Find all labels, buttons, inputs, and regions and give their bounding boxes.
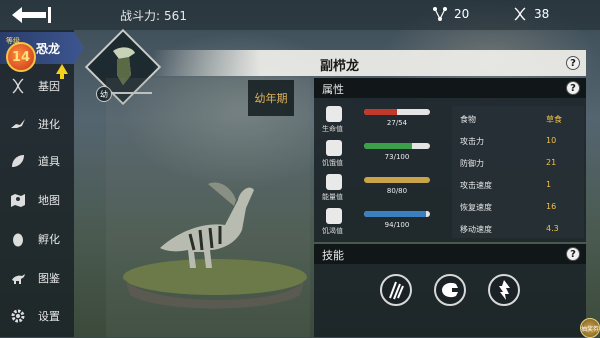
- prop-name: 攻击力: [460, 137, 484, 146]
- stat-hunger: 饥饿值 73/100: [318, 140, 442, 170]
- prop-value: 4.3: [546, 224, 559, 233]
- sidebar-item-label: 基因: [38, 80, 60, 93]
- stat-energy: 能量值 80/80: [318, 174, 442, 204]
- stat-bar: [364, 211, 430, 217]
- level-value: 14: [11, 49, 31, 65]
- properties-table: [452, 106, 584, 238]
- water-drop-icon: [326, 208, 342, 224]
- energy-icon: [326, 174, 342, 190]
- skills-help-button[interactable]: ?: [566, 247, 580, 261]
- help-button[interactable]: ?: [566, 56, 580, 70]
- attributes-header: [314, 78, 586, 98]
- sidebar-item-label: 孵化: [38, 233, 60, 246]
- stat-fill: [364, 177, 430, 183]
- sidebar-item-genes[interactable]: 基因: [0, 71, 74, 101]
- skill-charge[interactable]: [488, 274, 520, 306]
- skill-claw-slash[interactable]: [380, 274, 412, 306]
- dna-nodes-icon: [433, 7, 447, 21]
- stat-value: 27/54: [386, 119, 408, 127]
- stat-fill: [364, 109, 397, 115]
- skills-title: 技能: [322, 249, 344, 262]
- level-badge: 14: [6, 42, 36, 72]
- dino-model: [160, 182, 254, 268]
- stat-health: 生命值 27/54: [318, 106, 442, 136]
- sidebar-item-evolution[interactable]: 进化: [0, 109, 74, 139]
- stat-value: 94/100: [384, 221, 410, 229]
- sidebar-item-codex[interactable]: 图鉴: [0, 263, 74, 293]
- gear-icon: [11, 309, 25, 323]
- stat-name: 能量值: [322, 193, 343, 201]
- help-glyph: ?: [570, 57, 576, 69]
- map-icon: [11, 194, 25, 207]
- dna-count: 20: [454, 7, 470, 21]
- top-bar: [0, 0, 600, 30]
- level-caption: 等级: [6, 37, 20, 45]
- sidebar-item-settings[interactable]: 设置: [0, 301, 74, 331]
- attributes-help-button[interactable]: ?: [566, 81, 580, 95]
- help-glyph: ?: [570, 82, 576, 94]
- stat-bar: [364, 143, 430, 149]
- prop-name: 恢复速度: [460, 203, 492, 212]
- stat-bar: [364, 109, 430, 115]
- sidebar-section-title: 恐龙: [36, 42, 61, 56]
- gene-resource: 38: [512, 6, 549, 22]
- growth-stage-label: 幼年期: [248, 80, 294, 116]
- stat-fill: [364, 211, 427, 217]
- prop-name: 防御力: [460, 159, 484, 168]
- stat-thirst: 饥渴值 94/100: [318, 208, 442, 238]
- prop-name: 攻击速度: [460, 181, 492, 190]
- prop-name: 移动速度: [460, 225, 492, 234]
- sidebar-item-items[interactable]: 道具: [0, 146, 74, 176]
- prop-value: 草食: [546, 115, 562, 124]
- prop-name: 食物: [460, 115, 476, 124]
- gene-icon: [514, 7, 526, 21]
- sidebar-item-map[interactable]: 地图: [0, 185, 74, 215]
- prop-value: 10: [546, 136, 557, 145]
- lottery-label: 抽奖券: [581, 325, 600, 333]
- stat-bar: [364, 177, 430, 183]
- stat-fill: [364, 143, 413, 149]
- stat-name: 饥饿值: [322, 159, 343, 167]
- prop-value: 16: [546, 202, 557, 211]
- evolution-icon: [11, 119, 25, 128]
- skill-roar[interactable]: [434, 274, 466, 306]
- egg-icon: [13, 233, 23, 247]
- sidebar-item-label: 道具: [38, 155, 60, 168]
- dna-resource: 20: [432, 6, 469, 22]
- sidebar-item-label: 设置: [38, 310, 60, 323]
- heart-icon: [326, 106, 342, 122]
- skills-header: [314, 244, 586, 264]
- meat-icon: [326, 140, 342, 156]
- dinosaur-icon: [12, 274, 25, 284]
- claw-slash-icon: [389, 281, 404, 300]
- name-bar: [152, 50, 586, 76]
- combat-power-label: 战斗力:: [120, 9, 161, 23]
- dna-icon: [12, 78, 24, 94]
- combat-power-value: 561: [164, 9, 187, 23]
- roar-icon: [442, 282, 458, 298]
- sidebar-item-label: 进化: [38, 118, 60, 131]
- stat-value: 80/80: [386, 187, 408, 195]
- stat-value: 73/100: [384, 153, 410, 161]
- prop-value: 1: [546, 180, 552, 189]
- stat-name: 生命值: [322, 125, 343, 133]
- sidebar-item-label: 地图: [38, 194, 60, 207]
- prop-value: 21: [546, 158, 557, 167]
- back-arrow-icon: [12, 7, 51, 23]
- lottery-button[interactable]: 抽奖券: [580, 318, 600, 338]
- gene-count: 38: [534, 7, 550, 21]
- sidebar-item-label: 图鉴: [38, 272, 60, 285]
- leaf-icon: [12, 155, 24, 167]
- stat-name: 饥渴值: [322, 227, 343, 235]
- back-button[interactable]: [6, 3, 56, 27]
- help-glyph: ?: [570, 248, 576, 260]
- charge-icon: [499, 280, 510, 300]
- combat-power: 战斗力: 561: [116, 7, 187, 24]
- attributes-title: 属性: [322, 83, 344, 96]
- sidebar-item-hatch[interactable]: 孵化: [0, 224, 74, 254]
- dino-name: 副栉龙: [320, 59, 360, 74]
